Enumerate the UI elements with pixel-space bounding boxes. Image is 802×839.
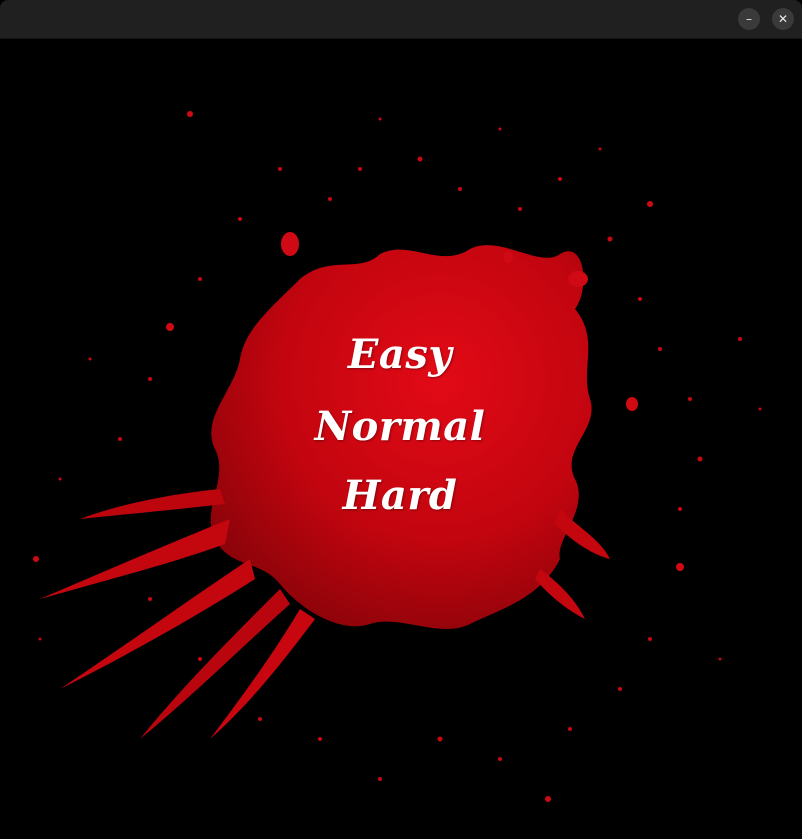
game-window: – ✕ Easy Normal Hard bbox=[0, 0, 802, 839]
title-bar[interactable]: – ✕ bbox=[0, 0, 802, 39]
easy-option[interactable]: Easy bbox=[280, 331, 520, 378]
hard-option[interactable]: Hard bbox=[280, 472, 520, 519]
close-button[interactable]: ✕ bbox=[772, 8, 794, 30]
normal-option[interactable]: Normal bbox=[280, 403, 520, 450]
difficulty-menu: Easy Normal Hard bbox=[0, 39, 802, 839]
difficulty-screen: Easy Normal Hard bbox=[0, 39, 802, 839]
minimize-button[interactable]: – bbox=[738, 8, 760, 30]
